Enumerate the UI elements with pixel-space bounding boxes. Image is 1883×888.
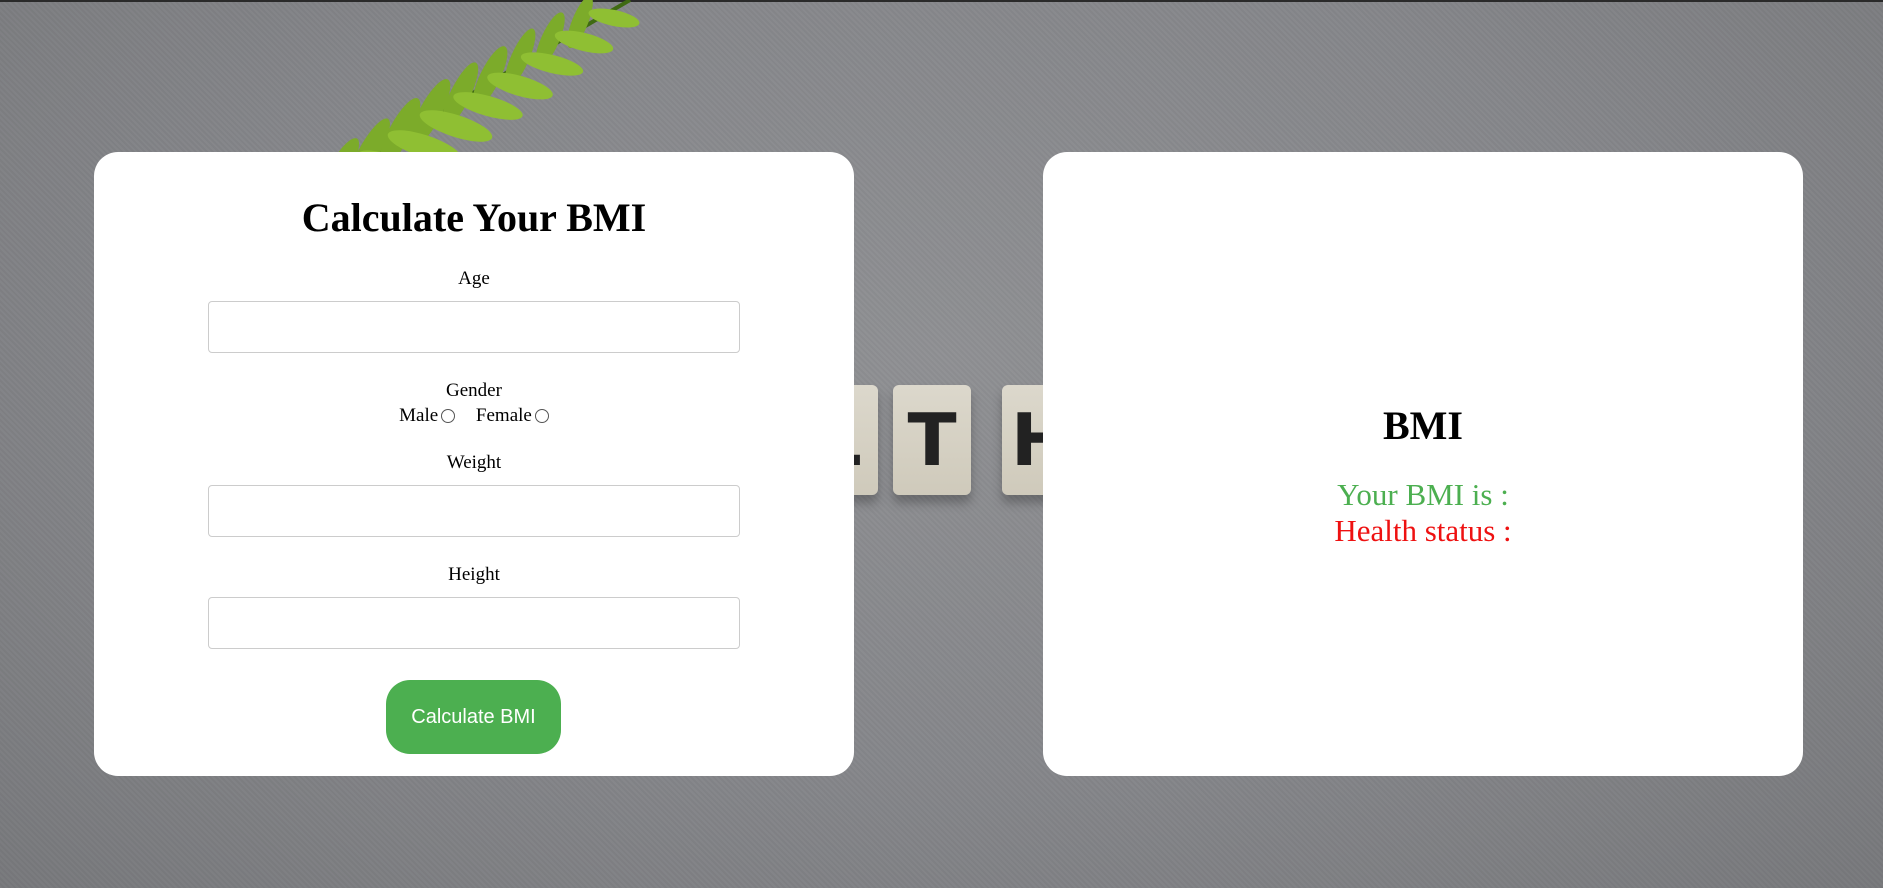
- male-radio[interactable]: [441, 408, 456, 423]
- height-input[interactable]: [208, 597, 740, 649]
- height-label: Height: [448, 564, 500, 585]
- age-input[interactable]: [208, 301, 740, 353]
- health-status-text: Health status :: [1334, 513, 1512, 548]
- top-border: [0, 0, 1883, 2]
- female-label: Female: [475, 404, 532, 426]
- result-title: BMI: [1383, 403, 1463, 448]
- weight-input[interactable]: [208, 485, 740, 537]
- bmi-result-card: BMI Your BMI is : Health status :: [1043, 152, 1803, 776]
- form-title: Calculate Your BMI: [301, 195, 647, 240]
- calculate-bmi-button[interactable]: Calculate BMI: [386, 680, 561, 754]
- female-radio[interactable]: [534, 408, 549, 423]
- age-label: Age: [458, 268, 490, 289]
- gender-options: Male Female: [94, 404, 854, 427]
- weight-label: Weight: [446, 452, 502, 473]
- bmi-value-text: Your BMI is :: [1337, 477, 1509, 512]
- gender-option-male[interactable]: Male: [399, 404, 456, 427]
- male-label: Male: [399, 404, 439, 426]
- letter-tile: T: [893, 385, 971, 495]
- gender-label: Gender: [446, 380, 502, 401]
- gender-option-female[interactable]: Female: [476, 405, 549, 427]
- bmi-form-card: Calculate Your BMI Age Gender Male Femal…: [94, 152, 854, 776]
